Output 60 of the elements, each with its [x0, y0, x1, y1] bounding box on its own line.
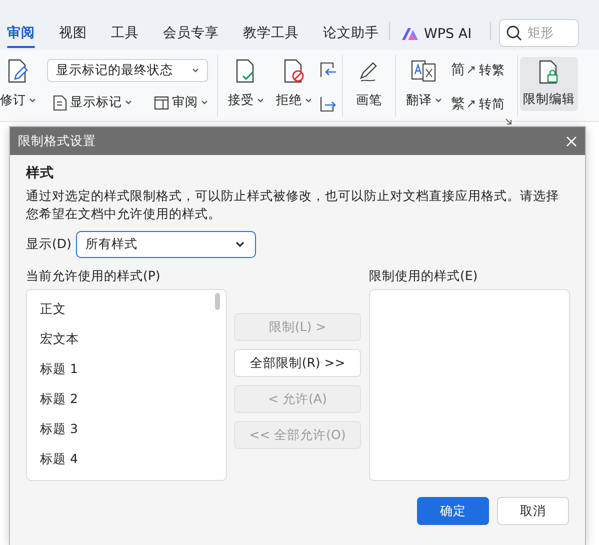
caret-icon [235, 241, 246, 248]
description: 通过对选定的样式限制格式，可以防止样式被修改，也可以防止对文档直接应用格式。请选择您希望在文档中允许使用的样式。 [26, 187, 560, 223]
restricted-styles-label: 限制使用的样式(E) [369, 268, 479, 285]
review-pane-button[interactable]: 审阅 [154, 94, 208, 111]
accept-button[interactable]: 接受 [223, 59, 269, 109]
search-field[interactable]: 矩形 [498, 19, 579, 47]
arrow-icon [468, 66, 476, 74]
tab[interactable]: 论文助手 [323, 24, 379, 50]
ok-button[interactable]: 确定 [417, 497, 489, 525]
previous-arrow-icon [319, 61, 337, 79]
corner-arrow-icon [505, 118, 512, 125]
close-icon[interactable] [566, 136, 577, 146]
next-arrow-icon [319, 95, 337, 113]
to-simplified-button[interactable]: 繁 转简 [451, 95, 505, 113]
caret-icon [257, 98, 264, 103]
tab[interactable]: 视图 [59, 24, 87, 50]
caret-icon [29, 98, 36, 103]
allowed-styles-label: 当前允许使用的样式(P) [26, 268, 162, 285]
track-changes-button[interactable]: 修订 [0, 59, 41, 109]
dialog-title: 限制格式设置 [18, 132, 96, 150]
move-button[interactable]: 全部限制(R) >> [234, 349, 361, 377]
style-item[interactable]: 标题 2 [27, 384, 210, 414]
translate-icon [411, 59, 437, 83]
caret-icon [201, 100, 208, 105]
pen-button[interactable]: 画笔 [351, 59, 387, 109]
translate-button[interactable]: 翻译 [401, 59, 447, 109]
previous-change-button[interactable] [319, 61, 337, 79]
tab[interactable]: 工具 [111, 24, 139, 50]
caret-icon [435, 98, 442, 103]
ai-logo-icon [402, 28, 418, 40]
document-pen-icon [6, 59, 30, 83]
panel-icon [154, 96, 169, 110]
to-traditional-button[interactable]: 简 转繁 [451, 61, 505, 79]
document-list-icon [53, 94, 67, 110]
style-item[interactable]: 标题 3 [27, 414, 210, 444]
arrow-icon [468, 100, 476, 108]
section-heading: 样式 [26, 164, 55, 182]
caret-icon [192, 68, 199, 73]
display-label: 显示(D) [26, 236, 72, 253]
markup-dropdown[interactable]: 显示标记的最终状态 [47, 59, 208, 82]
cancel-button[interactable]: 取消 [497, 497, 569, 525]
dialog-launcher-icon[interactable] [505, 118, 512, 125]
tab[interactable]: 教学工具 [243, 24, 299, 50]
search-icon [506, 25, 522, 41]
tab[interactable]: 审阅 [7, 24, 35, 50]
next-change-button[interactable] [319, 95, 337, 113]
restrict-editing-button[interactable]: 限制编辑 [520, 57, 578, 111]
style-item[interactable]: 标题 4 [27, 444, 210, 474]
style-item[interactable]: 正文 [27, 294, 210, 324]
ai-tab[interactable]: WPS AI [424, 26, 472, 42]
caret-icon [305, 98, 312, 103]
reject-button[interactable]: 拒绝 [271, 59, 317, 109]
document-forbidden-icon [282, 59, 306, 83]
display-dropdown[interactable]: 所有样式 [76, 231, 256, 258]
tab[interactable]: 会员专享 [163, 24, 219, 50]
scrollbar-thumb[interactable] [215, 293, 220, 310]
show-markup-button[interactable]: 显示标记 [53, 94, 132, 111]
style-item[interactable]: 宏文本 [27, 324, 210, 354]
caret-icon [125, 100, 132, 105]
style-item[interactable]: 标题 1 [27, 354, 210, 384]
